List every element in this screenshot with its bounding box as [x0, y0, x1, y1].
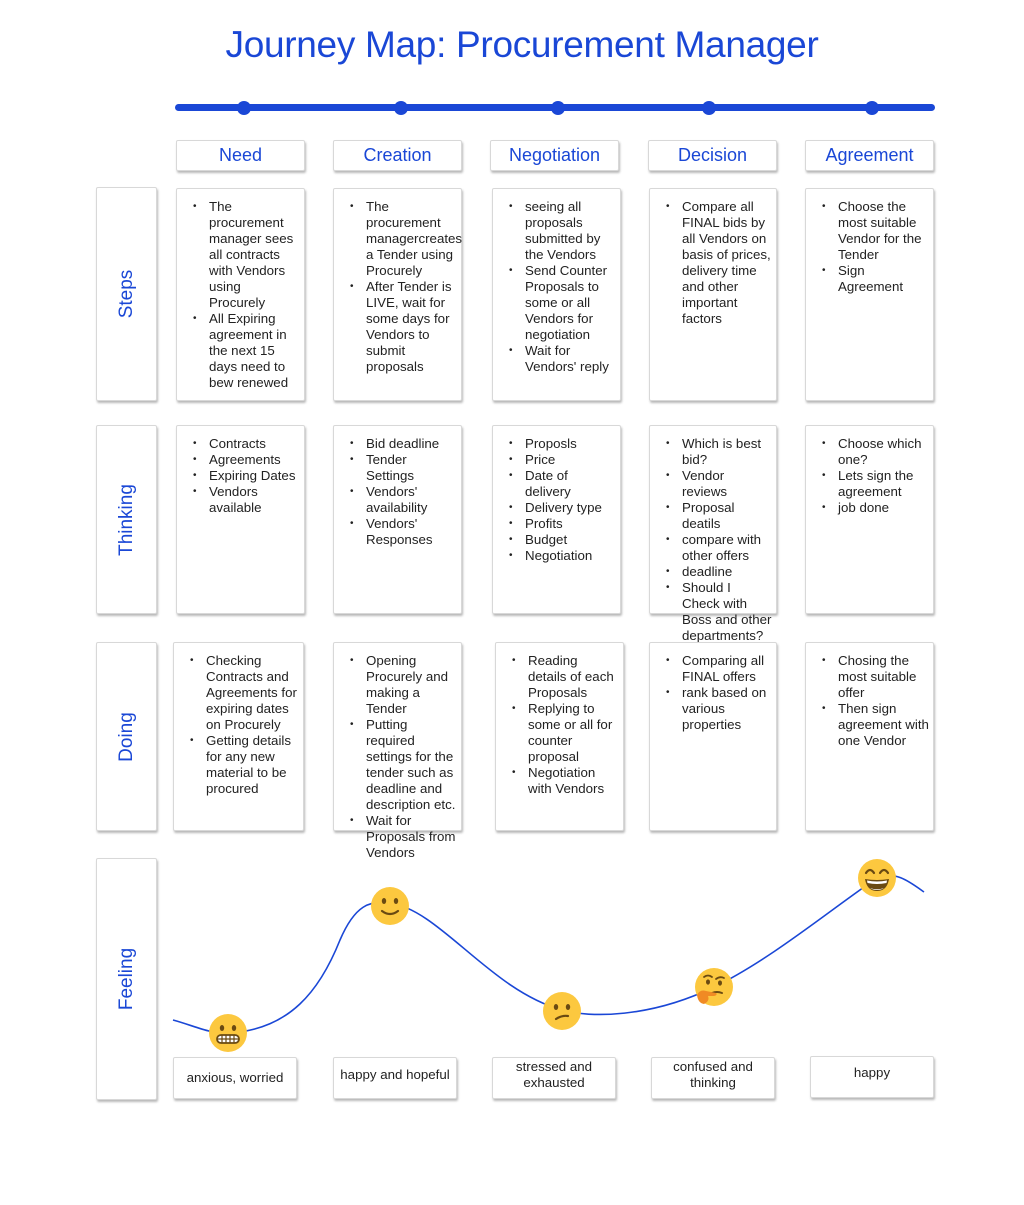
feeling-text: anxious, worried — [186, 1070, 284, 1085]
grimacing-face-icon — [208, 1013, 248, 1053]
slightly-smiling-face-icon — [370, 886, 410, 926]
feeling-label: stressed and exhausted — [492, 1057, 616, 1099]
feeling-text: happy — [853, 1065, 891, 1080]
thinking-face-icon — [694, 967, 734, 1007]
feeling-label: happy — [810, 1056, 934, 1098]
feeling-curve-chart — [172, 874, 925, 1034]
feeling-label: anxious, worried — [173, 1057, 297, 1099]
feeling-label: confused and thinking — [651, 1057, 775, 1099]
feeling-text: happy and hopeful — [340, 1067, 450, 1082]
confused-face-icon — [542, 991, 582, 1031]
feeling-label: happy and hopeful — [333, 1057, 457, 1099]
grinning-face-smiling-eyes-icon — [857, 858, 897, 898]
feeling-text: confused and thinking — [673, 1059, 753, 1090]
feeling-text: stressed and exhausted — [515, 1059, 593, 1090]
